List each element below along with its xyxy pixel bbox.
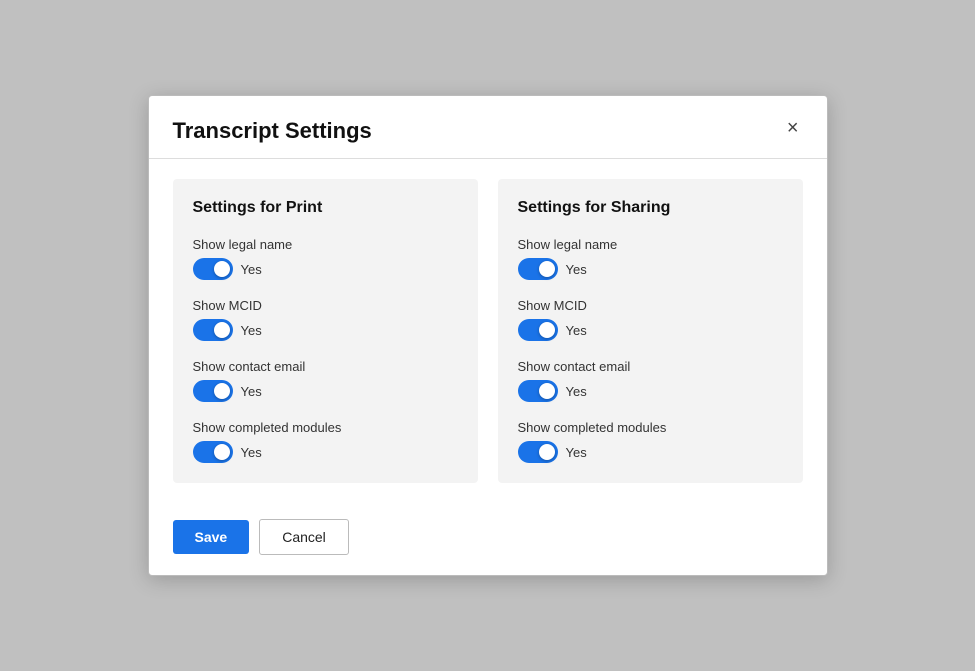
print-completed-modules-yes-label: Yes — [241, 445, 262, 460]
sharing-completed-modules-toggle-row: Yes — [518, 441, 783, 463]
sharing-mcid-toggle[interactable] — [518, 319, 558, 341]
sharing-mcid-toggle-row: Yes — [518, 319, 783, 341]
print-mcid-toggle[interactable] — [193, 319, 233, 341]
sharing-legal-name-yes-label: Yes — [566, 262, 587, 277]
sharing-mcid-yes-label: Yes — [566, 323, 587, 338]
sharing-mcid-setting: Show MCID Yes — [518, 298, 783, 341]
print-contact-email-toggle-row: Yes — [193, 380, 458, 402]
dialog-body: Settings for Print Show legal name Yes S… — [149, 159, 827, 503]
print-contact-email-toggle[interactable] — [193, 380, 233, 402]
sharing-contact-email-toggle-row: Yes — [518, 380, 783, 402]
transcript-settings-dialog: Transcript Settings × Settings for Print… — [148, 95, 828, 576]
sharing-panel-title: Settings for Sharing — [518, 199, 783, 217]
dialog-header: Transcript Settings × — [149, 96, 827, 159]
print-mcid-toggle-row: Yes — [193, 319, 458, 341]
print-legal-name-toggle[interactable] — [193, 258, 233, 280]
print-mcid-yes-label: Yes — [241, 323, 262, 338]
sharing-legal-name-toggle[interactable] — [518, 258, 558, 280]
sharing-legal-name-toggle-row: Yes — [518, 258, 783, 280]
print-mcid-setting: Show MCID Yes — [193, 298, 458, 341]
sharing-completed-modules-label: Show completed modules — [518, 420, 783, 435]
print-completed-modules-setting: Show completed modules Yes — [193, 420, 458, 463]
print-legal-name-toggle-row: Yes — [193, 258, 458, 280]
sharing-contact-email-yes-label: Yes — [566, 384, 587, 399]
print-mcid-label: Show MCID — [193, 298, 458, 313]
sharing-settings-panel: Settings for Sharing Show legal name Yes… — [498, 179, 803, 483]
print-legal-name-label: Show legal name — [193, 237, 458, 252]
sharing-completed-modules-setting: Show completed modules Yes — [518, 420, 783, 463]
print-legal-name-yes-label: Yes — [241, 262, 262, 277]
sharing-contact-email-label: Show contact email — [518, 359, 783, 374]
close-button[interactable]: × — [783, 118, 803, 138]
save-button[interactable]: Save — [173, 520, 250, 554]
print-panel-title: Settings for Print — [193, 199, 458, 217]
print-completed-modules-label: Show completed modules — [193, 420, 458, 435]
print-completed-modules-toggle[interactable] — [193, 441, 233, 463]
print-contact-email-label: Show contact email — [193, 359, 458, 374]
sharing-completed-modules-yes-label: Yes — [566, 445, 587, 460]
sharing-contact-email-toggle[interactable] — [518, 380, 558, 402]
cancel-button[interactable]: Cancel — [259, 519, 349, 555]
dialog-footer: Save Cancel — [149, 503, 827, 575]
sharing-mcid-label: Show MCID — [518, 298, 783, 313]
sharing-contact-email-setting: Show contact email Yes — [518, 359, 783, 402]
sharing-legal-name-label: Show legal name — [518, 237, 783, 252]
print-contact-email-setting: Show contact email Yes — [193, 359, 458, 402]
sharing-legal-name-setting: Show legal name Yes — [518, 237, 783, 280]
print-legal-name-setting: Show legal name Yes — [193, 237, 458, 280]
print-settings-panel: Settings for Print Show legal name Yes S… — [173, 179, 478, 483]
print-contact-email-yes-label: Yes — [241, 384, 262, 399]
print-completed-modules-toggle-row: Yes — [193, 441, 458, 463]
dialog-title: Transcript Settings — [173, 118, 372, 144]
sharing-completed-modules-toggle[interactable] — [518, 441, 558, 463]
